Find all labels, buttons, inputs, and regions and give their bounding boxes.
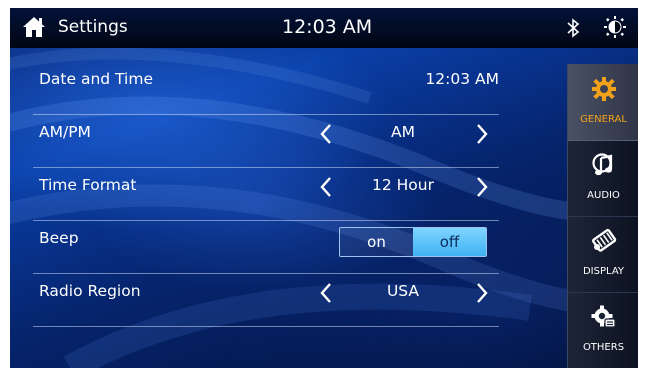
display-icon [592,228,617,252]
page-title: Settings [58,17,128,37]
ampm-next-arrow-icon[interactable] [474,123,490,145]
row-radio-region: Radio Region USA [33,274,499,327]
time-format-value: 12 Hour [372,176,434,194]
tab-others-label: OTHERS [582,342,625,353]
beep-label: Beep [39,229,79,247]
time-format-prev-arrow-icon[interactable] [318,176,334,198]
row-beep: Beep on off [33,221,499,274]
settings-list: Date and Time 12:03 AM AM/PM AM Time For… [33,62,499,327]
row-ampm: AM/PM AM [33,115,499,168]
tab-display-label: DISPLAY [582,266,624,277]
settings-sidebar: GENERAL AUDIO DISPLAY OTHERS [567,64,638,368]
row-time-format: Time Format 12 Hour [33,168,499,221]
beep-on-option[interactable]: on [340,228,413,256]
bluetooth-icon [567,18,580,38]
music-note-icon [592,153,613,176]
row-divider [33,326,499,327]
radio-region-label: Radio Region [39,282,141,300]
settings-screen: Settings 12:03 AM Date and Time 12:03 AM [10,8,638,368]
radio-region-next-arrow-icon[interactable] [474,282,490,304]
tab-others[interactable]: OTHERS [568,292,638,368]
tab-general-label: GENERAL [580,114,627,125]
radio-region-value: USA [386,282,420,300]
top-bar: Settings 12:03 AM [10,8,638,48]
beep-off-option[interactable]: off [413,228,486,256]
others-icon [591,305,616,328]
header-clock: 12:03 AM [282,16,373,38]
tab-general[interactable]: GENERAL [568,64,638,141]
ampm-prev-arrow-icon[interactable] [318,123,334,145]
date-time-label: Date and Time [39,70,153,88]
home-icon[interactable] [22,16,46,38]
radio-region-prev-arrow-icon[interactable] [318,282,334,304]
beep-toggle[interactable]: on off [339,227,487,257]
tab-audio[interactable]: AUDIO [568,140,638,217]
tab-display[interactable]: DISPLAY [568,216,638,293]
gear-icon [592,77,616,101]
tab-audio-label: AUDIO [587,190,620,201]
brightness-icon[interactable] [604,16,626,38]
ampm-label: AM/PM [39,123,91,141]
date-time-value: 12:03 AM [425,70,499,88]
time-format-next-arrow-icon[interactable] [474,176,490,198]
row-date-time[interactable]: Date and Time 12:03 AM [33,62,499,115]
time-format-label: Time Format [39,176,137,194]
ampm-value: AM [391,123,415,141]
